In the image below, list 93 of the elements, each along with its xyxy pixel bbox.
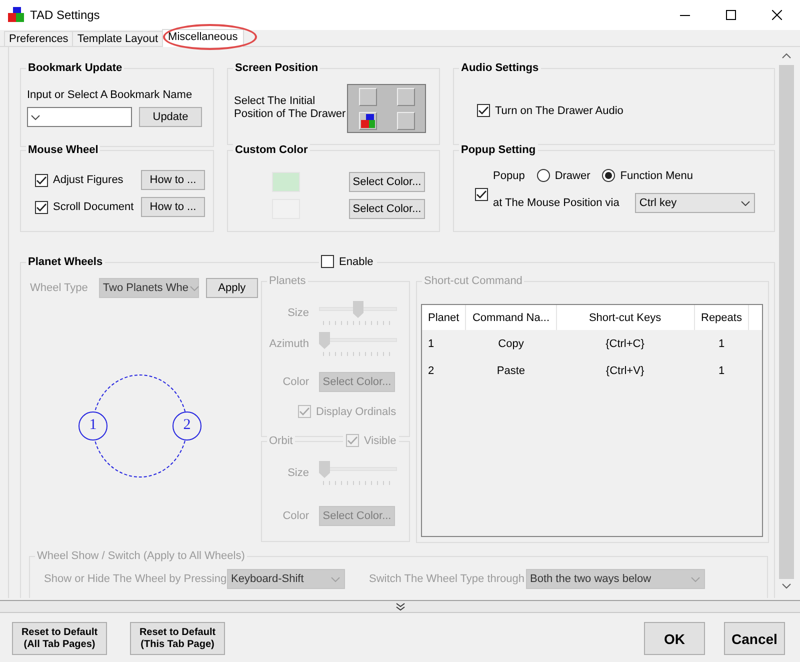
scroll-up-icon xyxy=(782,53,791,59)
check-icon xyxy=(478,106,489,115)
column-header[interactable]: Planet xyxy=(422,305,466,330)
field-label: at The Mouse Position via xyxy=(493,197,620,209)
checkbox-label: Scroll Document xyxy=(53,201,134,213)
popup-label: Popup xyxy=(493,170,525,182)
radio-button[interactable] xyxy=(602,169,616,182)
field-label: Color xyxy=(282,376,309,388)
apply-button[interactable]: Apply xyxy=(206,278,258,298)
planet-number: 2 xyxy=(182,417,192,434)
field-label: Size xyxy=(288,307,309,319)
update-button[interactable]: Update xyxy=(139,107,202,127)
field-label: Switch The Wheel Type through xyxy=(369,573,526,585)
how-to-button[interactable]: How to ... xyxy=(141,197,205,217)
slider[interactable] xyxy=(319,461,397,485)
field-label: Input or Select A Bookmark Name xyxy=(27,89,192,101)
reset-button[interactable]: Reset to Default (This Tab Page) xyxy=(130,622,225,655)
app-icon xyxy=(361,114,375,128)
slider[interactable] xyxy=(319,301,397,325)
planet-number: 1 xyxy=(88,417,98,434)
column-header[interactable]: Command Na... xyxy=(466,305,556,330)
group-title: Bookmark Update xyxy=(26,61,124,75)
cancel-button[interactable]: Cancel xyxy=(724,622,785,655)
table-cell: 1 xyxy=(422,330,466,357)
checkbox-label: Visible xyxy=(364,434,396,446)
dropdown[interactable]: Ctrl key xyxy=(635,193,756,213)
tab[interactable]: Preferences xyxy=(4,31,74,46)
checkbox-label: Turn on The Drawer Audio xyxy=(495,104,624,116)
checkbox-label: Display Ordinals xyxy=(316,406,396,418)
checkbox[interactable] xyxy=(475,188,488,201)
column-header[interactable]: Repeats xyxy=(694,305,749,330)
ok-button[interactable]: OK xyxy=(644,622,705,655)
caret-icon xyxy=(331,576,340,582)
tab[interactable]: Template Layout xyxy=(72,31,164,46)
check-icon xyxy=(476,190,487,199)
field-label: Size xyxy=(288,467,309,479)
slider-thumb[interactable] xyxy=(352,301,364,318)
maximize-icon xyxy=(726,10,736,20)
radio-label: Function Menu xyxy=(620,170,694,182)
dropdown[interactable]: Keyboard-Shift xyxy=(227,569,345,589)
check-icon xyxy=(299,407,310,416)
checkbox[interactable] xyxy=(35,200,48,214)
check-icon xyxy=(36,176,47,184)
checkbox[interactable] xyxy=(298,405,311,418)
caret-icon xyxy=(691,576,700,582)
caret-icon xyxy=(31,114,40,120)
field-label: Select The Initial Position of The Drawer xyxy=(234,95,347,121)
column-header[interactable]: Short-cut Keys xyxy=(556,305,694,330)
slider-thumb[interactable] xyxy=(319,332,330,349)
scroll-down-icon xyxy=(782,583,791,589)
field-label: Color xyxy=(282,510,309,522)
corner-button[interactable] xyxy=(359,112,377,130)
check-icon xyxy=(36,202,47,212)
slider[interactable] xyxy=(319,332,397,356)
checkbox[interactable] xyxy=(35,174,48,186)
group-title: Audio Settings xyxy=(459,61,541,75)
select-color-button[interactable]: Select Color... xyxy=(349,199,425,219)
reset-button[interactable]: Reset to Default (All Tab Pages) xyxy=(12,622,107,655)
table-cell-text: 2 xyxy=(427,364,436,378)
dropdown[interactable]: Both the two ways below xyxy=(526,569,705,589)
tab[interactable]: Miscellaneous xyxy=(162,29,244,47)
app-icon xyxy=(8,7,24,23)
checkbox-label: Enable xyxy=(339,256,374,268)
checkbox[interactable] xyxy=(346,434,359,447)
close-icon xyxy=(772,10,782,20)
select-color-button[interactable]: Select Color... xyxy=(349,172,425,192)
caret-icon xyxy=(741,200,750,206)
window-title: TAD Settings xyxy=(30,8,100,22)
radio-button[interactable] xyxy=(536,169,550,182)
table-cell: Copy xyxy=(466,330,556,357)
check-icon xyxy=(347,436,358,445)
checkbox[interactable] xyxy=(321,255,334,268)
minimize-icon xyxy=(680,14,690,16)
table-cell: {Ctrl+C} xyxy=(556,330,694,357)
group-title: Popup Setting xyxy=(459,143,538,157)
scrollbar-thumb[interactable] xyxy=(779,65,794,579)
table-cell-text: Paste xyxy=(496,364,526,378)
expand-icon[interactable] xyxy=(396,602,404,610)
table-cell: 1 xyxy=(694,330,749,357)
table-cell-text: {Ctrl+V} xyxy=(604,364,646,378)
radio-label: Drawer xyxy=(554,170,590,182)
caret-icon xyxy=(190,286,200,290)
wheel-type-dropdown[interactable]: Two Planets Whe xyxy=(98,278,199,298)
checkbox-label: Adjust Figures xyxy=(53,174,124,186)
slider-thumb[interactable] xyxy=(319,461,330,478)
bookmark-combo[interactable] xyxy=(27,107,132,127)
group-title: Wheel Show / Switch (Apply to All Wheels) xyxy=(35,549,247,563)
table-cell-text: 1 xyxy=(717,364,726,378)
how-to-button[interactable]: How to ... xyxy=(141,170,205,190)
field-label: Azimuth xyxy=(269,338,309,350)
field-label: Wheel Type xyxy=(30,282,88,294)
checkbox[interactable] xyxy=(477,104,490,117)
field-label: Show or Hide The Wheel by Pressing xyxy=(44,573,227,585)
